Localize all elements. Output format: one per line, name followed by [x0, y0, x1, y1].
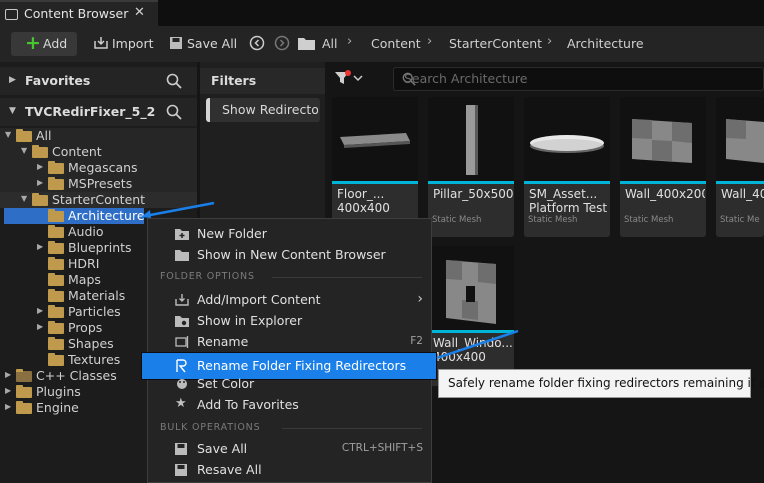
annotation-arrows: [141, 201, 519, 360]
annotation-arrow: [436, 329, 519, 360]
annotation-arrow: [144, 201, 215, 218]
arrowhead-icon: [141, 210, 151, 218]
